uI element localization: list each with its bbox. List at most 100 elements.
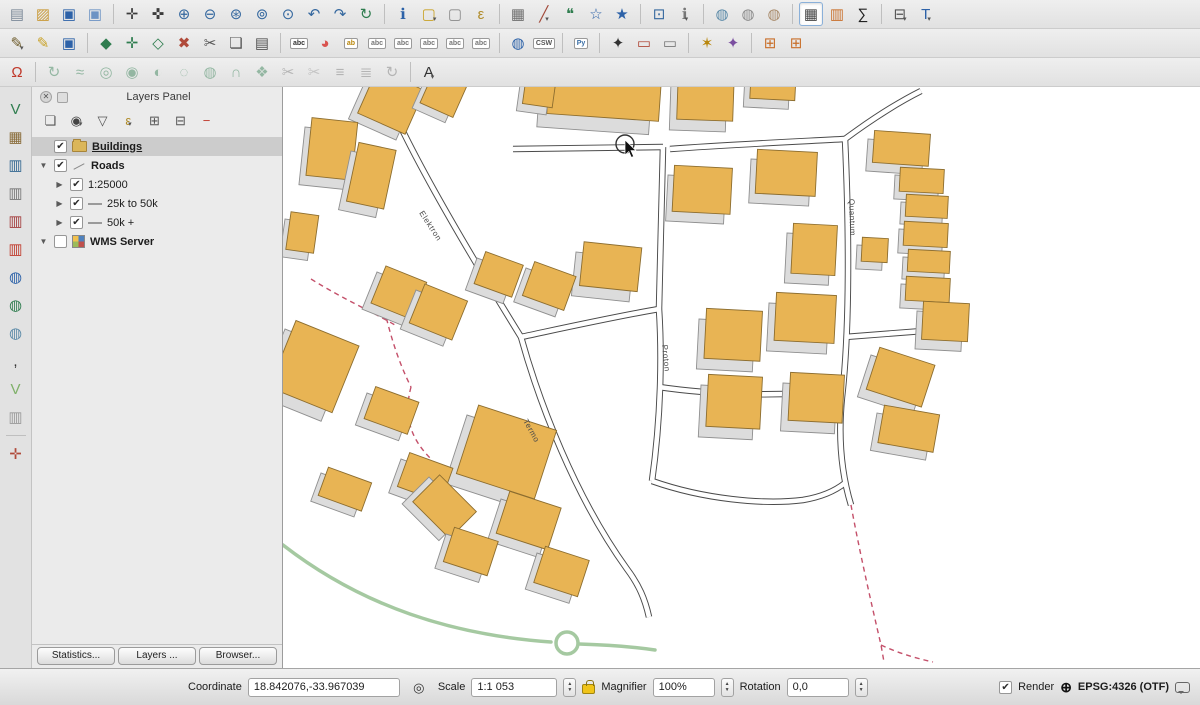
snapping-magnet-icon[interactable]: Ω (5, 60, 29, 84)
add-oracle-layer-icon[interactable]: ▥ (4, 237, 28, 261)
save-project-icon[interactable]: ▣ (57, 2, 81, 26)
select-by-expression-icon[interactable]: ε (469, 2, 493, 26)
label-pin-unpin-icon[interactable]: abc (365, 31, 389, 55)
annotation-tool-icon[interactable]: A▾ (417, 60, 441, 84)
add-delimited-text-layer-icon[interactable]: , (4, 349, 28, 373)
rotation-input[interactable]: 0,0 (787, 678, 849, 697)
python-console-icon[interactable]: Py (569, 31, 593, 55)
expand-arrow-icon[interactable]: ▶ (54, 180, 65, 189)
close-panel-button[interactable]: ✕ (40, 91, 52, 103)
crs-icon[interactable]: ⊕ (1060, 679, 1072, 696)
statistics-summary-icon[interactable]: ∑ (851, 2, 875, 26)
label-rotate-icon[interactable]: abc (443, 31, 467, 55)
label-properties-icon[interactable]: abc (469, 31, 493, 55)
simplify-feature-icon[interactable]: ≈ (68, 60, 92, 84)
open-attribute-table-icon[interactable]: ▦ (506, 2, 530, 26)
add-wcs-layer-icon[interactable]: ◍ (4, 293, 28, 317)
add-postgis-layer-icon[interactable]: ▥ (4, 153, 28, 177)
toggle-editing-icon[interactable]: ✎ (31, 31, 55, 55)
remove-layer-icon[interactable]: − (195, 109, 218, 131)
layer-item-wms-server[interactable]: ▼WMS Server (32, 232, 282, 251)
touch-zoom-icon[interactable]: ⊡ (647, 2, 671, 26)
zoom-full-icon[interactable]: ⊛ (224, 2, 248, 26)
delete-selected-icon[interactable]: ✖ (172, 31, 196, 55)
zoom-to-selection-icon[interactable]: ⊚ (250, 2, 274, 26)
rotate-point-symbols-icon[interactable]: ↻ (380, 60, 404, 84)
label-pin-icon[interactable]: abc (287, 31, 311, 55)
layer-item-25k-to-50k[interactable]: ▶✔25k to 50k (32, 194, 282, 213)
map-composer-grid-icon[interactable]: ▦ (799, 2, 823, 26)
layer-checkbox[interactable]: ✔ (70, 197, 83, 210)
add-ring-icon[interactable]: ◎ (94, 60, 118, 84)
panel-tab-statistics[interactable]: Statistics... (37, 647, 115, 665)
add-wms-layer-icon[interactable]: ◍ (4, 265, 28, 289)
new-shapefile-layer-icon[interactable]: V (4, 377, 28, 401)
georeferencer-icon[interactable]: ⊞ (758, 31, 782, 55)
render-checkbox[interactable]: ✔ (999, 681, 1012, 694)
label-options-icon[interactable]: ◕ (313, 31, 337, 55)
merge-attributes-icon[interactable]: ≣ (354, 60, 378, 84)
save-project-as-icon[interactable]: ▣ (83, 2, 107, 26)
heatmap-icon[interactable]: ✦ (721, 31, 745, 55)
identify-plus-icon[interactable]: ℹ▾ (673, 2, 697, 26)
rotation-stepper[interactable]: ▲▼ (855, 678, 868, 697)
collapse-all-icon[interactable]: ⊟ (169, 109, 192, 131)
expand-arrow-icon[interactable]: ▶ (54, 218, 65, 227)
text-annotation-icon[interactable]: T▾ (914, 2, 938, 26)
layer-checkbox[interactable]: ✔ (70, 216, 83, 229)
panel-tab-browser[interactable]: Browser... (199, 647, 277, 665)
copy-features-icon[interactable]: ❏ (224, 31, 248, 55)
node-tool-icon[interactable]: ◇ (146, 31, 170, 55)
layer-checkbox[interactable]: ✔ (70, 178, 83, 191)
layer-item-buildings[interactable]: ✔Buildings (32, 137, 282, 156)
label-show-hide-icon[interactable]: abc (391, 31, 415, 55)
move-feature-icon[interactable]: ✛ (120, 31, 144, 55)
zoom-out-icon[interactable]: ⊖ (198, 2, 222, 26)
scale-combobox[interactable]: 1:1 053 (471, 678, 557, 697)
metasearch-icon[interactable]: ◍ (506, 31, 530, 55)
layer-checkbox[interactable] (54, 235, 67, 248)
new-bookmark-icon[interactable]: ☆ (584, 2, 608, 26)
current-edits-icon[interactable]: ✎▾ (5, 31, 29, 55)
osm-download-icon[interactable]: ◍ (710, 2, 734, 26)
add-spatialite-layer-icon[interactable]: ▥ (4, 181, 28, 205)
select-features-icon[interactable]: ▢▾ (417, 2, 441, 26)
zoom-next-icon[interactable]: ↷ (328, 2, 352, 26)
expand-arrow-icon[interactable]: ▼ (38, 237, 49, 246)
layer-checkbox[interactable]: ✔ (54, 140, 67, 153)
map-tips-icon[interactable]: ❝ (558, 2, 582, 26)
show-bookmarks-icon[interactable]: ★ (610, 2, 634, 26)
merge-features-icon[interactable]: ≡ (328, 60, 352, 84)
offset-curve-icon[interactable]: ∩ (224, 60, 248, 84)
label-background-icon[interactable]: ab (339, 31, 363, 55)
raster-terrain-icon[interactable]: ⊞ (784, 31, 808, 55)
coordinate-capture-icon[interactable]: ✛ (4, 442, 28, 466)
split-features-icon[interactable]: ✂ (276, 60, 300, 84)
layer-checkbox[interactable]: ✔ (54, 159, 67, 172)
add-mssql-layer-icon[interactable]: ▥ (4, 209, 28, 233)
magnifier-input[interactable]: 100% (653, 678, 715, 697)
deselect-features-icon[interactable]: ▢ (443, 2, 467, 26)
expand-all-icon[interactable]: ⊞ (143, 109, 166, 131)
filter-legend-icon[interactable]: ▽ (91, 109, 114, 131)
expand-arrow-icon[interactable]: ▼ (38, 161, 49, 170)
interpolation-icon[interactable]: ✦ (606, 31, 630, 55)
layer-item-roads[interactable]: ▼✔Roads (32, 156, 282, 175)
rotate-feature-icon[interactable]: ↻ (42, 60, 66, 84)
spatial-query-icon[interactable]: ✶ (695, 31, 719, 55)
reshape-features-icon[interactable]: ❖ (250, 60, 274, 84)
measure-line-icon[interactable]: ╱▾ (532, 2, 556, 26)
manage-visibility-icon[interactable]: ◉▾ (65, 109, 88, 131)
layer-item-1-25000[interactable]: ▶✔1:25000 (32, 175, 282, 194)
cut-features-icon[interactable]: ✂ (198, 31, 222, 55)
add-feature-icon[interactable]: ◆ (94, 31, 118, 55)
open-project-icon[interactable]: ▨ (31, 2, 55, 26)
new-project-icon[interactable]: ▤ (5, 2, 29, 26)
filter-by-expression-icon[interactable]: ε▾ (117, 109, 140, 131)
new-spatialite-layer-icon[interactable]: ▥ (4, 405, 28, 429)
add-group-icon[interactable]: ❏ (39, 109, 62, 131)
scale-lock-icon[interactable] (582, 684, 595, 694)
map-canvas[interactable]: ElektronQuantumProtonTermo (283, 87, 1200, 668)
zoom-last-icon[interactable]: ↶ (302, 2, 326, 26)
zoom-in-icon[interactable]: ⊕ (172, 2, 196, 26)
